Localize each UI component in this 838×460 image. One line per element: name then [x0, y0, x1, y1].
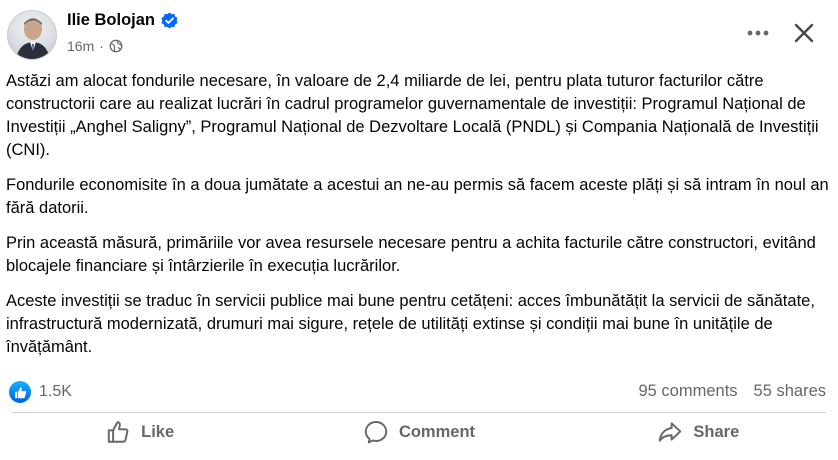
like-icon	[107, 421, 129, 443]
close-icon	[794, 23, 814, 43]
actions-divider	[12, 412, 826, 413]
post-paragraph: Astăzi am alocat fondurile necesare, în …	[6, 72, 819, 159]
author-name-row: Ilie Bolojan	[67, 11, 178, 30]
post-paragraph: Prin această măsură, primăriile vor avea…	[6, 234, 816, 275]
reactions-summary[interactable]: 1.5K	[9, 381, 72, 403]
share-button[interactable]: Share	[559, 414, 838, 450]
verified-badge-icon	[161, 12, 178, 29]
author-name[interactable]: Ilie Bolojan	[67, 11, 155, 30]
thumbs-up-icon	[14, 386, 26, 398]
share-label: Share	[693, 422, 740, 441]
post-actions: Like Comment Share	[0, 414, 838, 450]
engagement-counts: 95 comments 55 shares	[638, 382, 826, 401]
comment-icon	[364, 421, 388, 444]
share-icon	[659, 422, 682, 442]
post-paragraph: Fondurile economisite în a doua jumătate…	[6, 176, 829, 217]
post-stats: 1.5K 95 comments 55 shares	[0, 376, 838, 410]
reactions-count: 1.5K	[39, 383, 72, 400]
profile-photo	[16, 18, 50, 59]
facebook-post: Ilie Bolojan 16m · Astăzi am alocat fond…	[0, 0, 838, 460]
like-reaction-icon	[9, 381, 31, 403]
comment-button[interactable]: Comment	[279, 414, 558, 450]
avatar[interactable]	[7, 10, 57, 60]
post-header: Ilie Bolojan 16m ·	[0, 0, 838, 66]
like-label: Like	[141, 422, 175, 441]
comment-label: Comment	[398, 422, 476, 441]
more-horizontal-icon	[747, 30, 769, 36]
meta-separator: ·	[99, 38, 104, 54]
post-text: Astăzi am alocat fondurile necesare, în …	[6, 70, 832, 371]
globe-icon[interactable]	[109, 39, 123, 53]
post-meta: 16m ·	[67, 38, 123, 54]
close-button[interactable]	[784, 14, 824, 52]
post-paragraph: Aceste investiții se traduc în servicii …	[6, 292, 815, 356]
more-options-button[interactable]	[738, 16, 778, 50]
comments-count[interactable]: 95 comments	[638, 382, 737, 401]
like-button[interactable]: Like	[0, 414, 279, 450]
shares-count[interactable]: 55 shares	[754, 382, 826, 401]
post-time[interactable]: 16m	[67, 38, 94, 54]
